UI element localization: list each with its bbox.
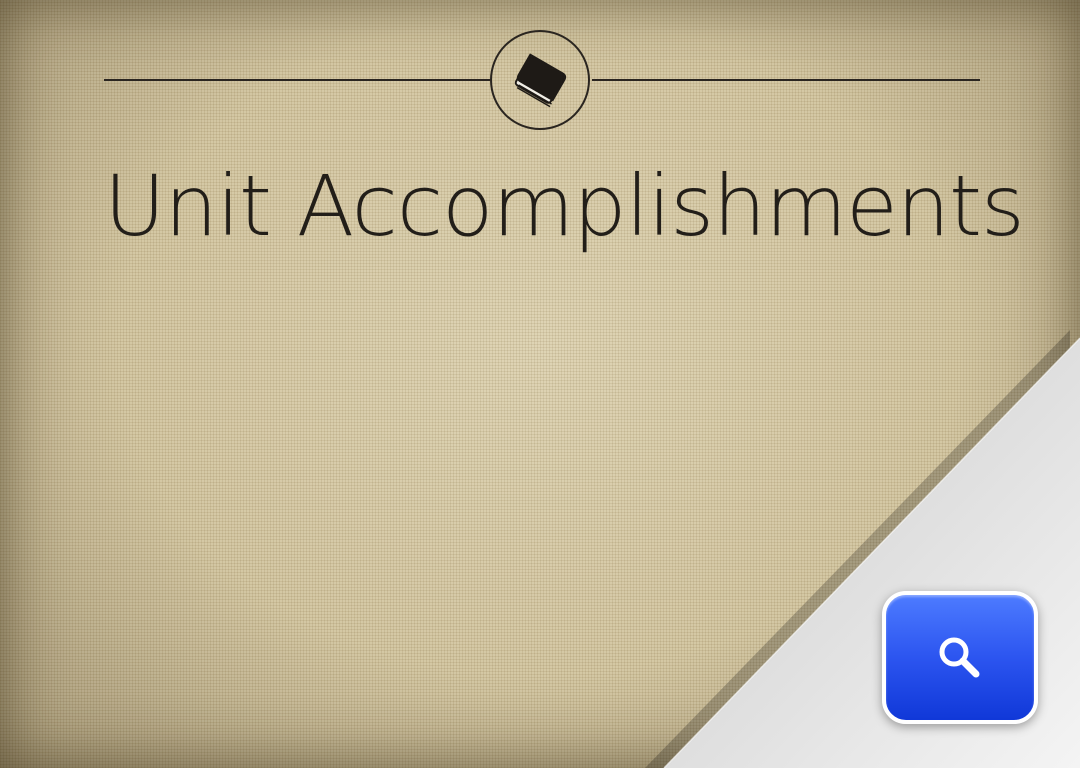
page-title: Unit Accomplishments xyxy=(104,157,1025,255)
linen-page: Unit Accomplishments xyxy=(0,0,1080,768)
search-button[interactable] xyxy=(882,591,1038,724)
header-rule-left xyxy=(104,79,490,81)
magnifier-icon xyxy=(939,637,980,677)
book-emblem xyxy=(490,30,590,130)
header-rule-right xyxy=(592,79,980,81)
book-icon xyxy=(514,53,567,108)
